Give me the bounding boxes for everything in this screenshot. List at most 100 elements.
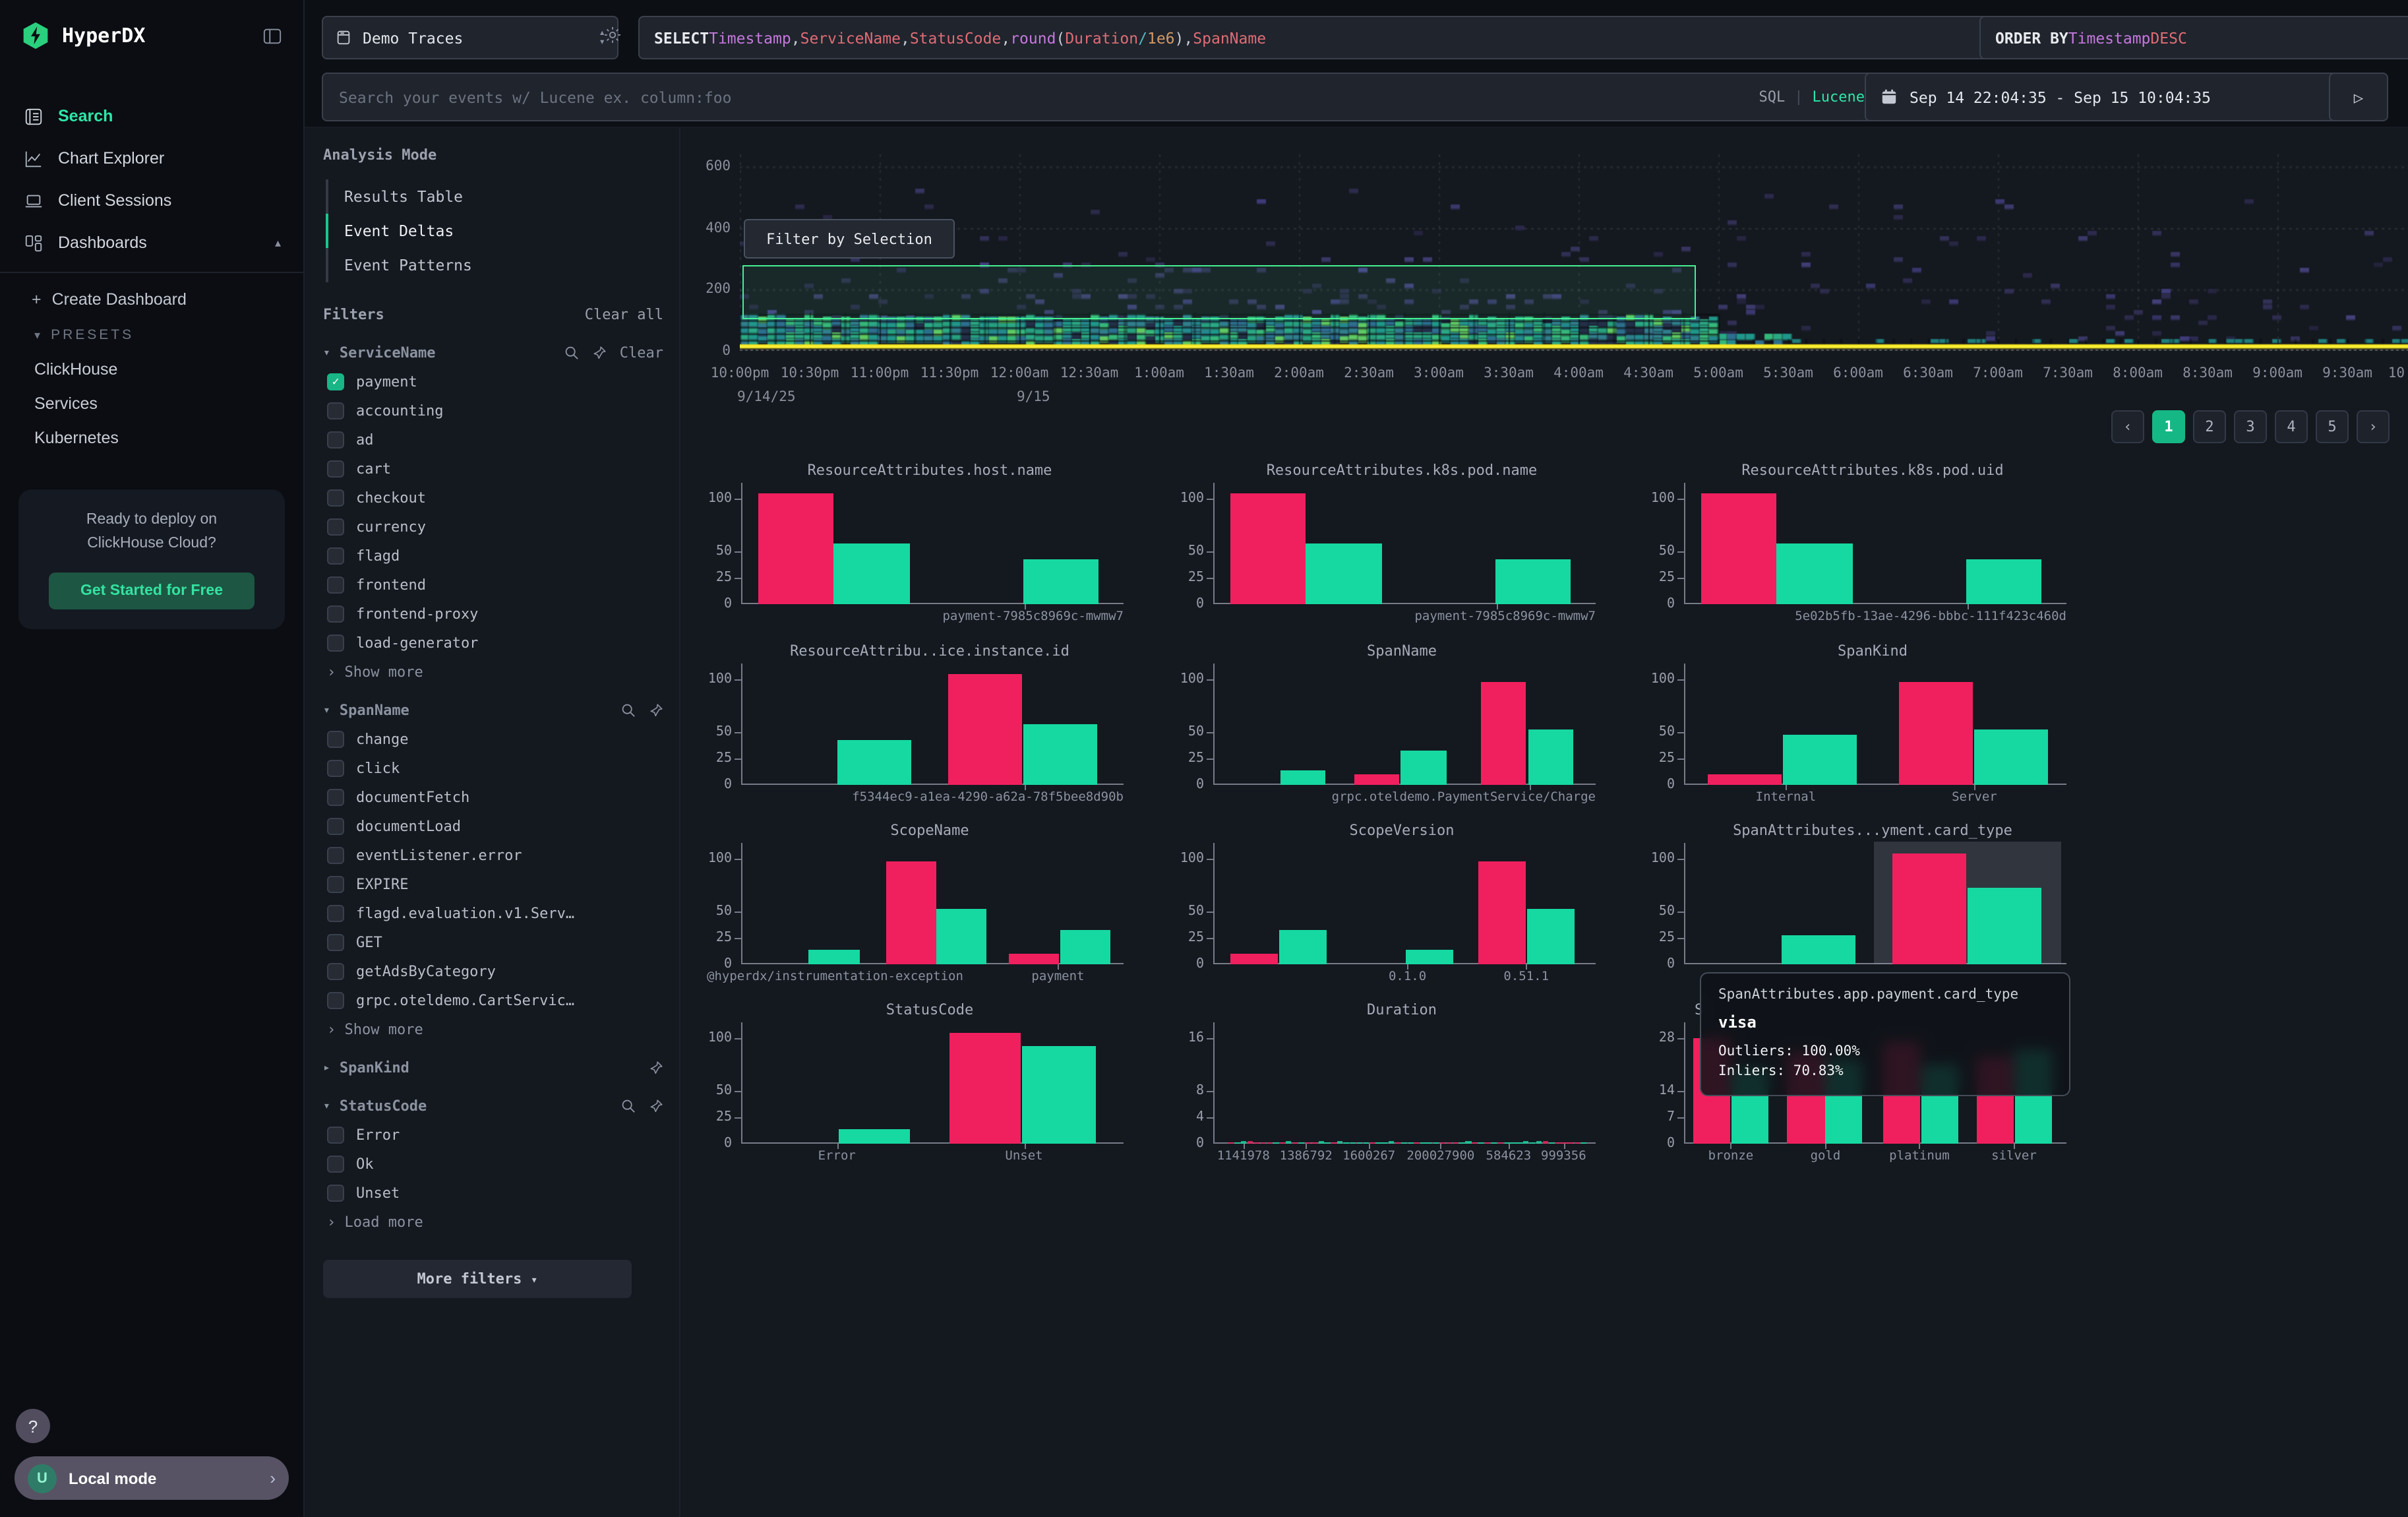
filter-checkbox-GET[interactable]: GET: [323, 934, 663, 951]
page-4-button[interactable]: 4: [2275, 410, 2308, 443]
outlier-bar[interactable]: [1899, 681, 1973, 785]
chart-plot[interactable]: 02550100: [1684, 848, 2061, 964]
outlier-bar[interactable]: [1892, 853, 1966, 964]
analysis-mode-event-patterns[interactable]: Event Patterns: [326, 248, 663, 282]
checkbox[interactable]: [327, 1127, 344, 1144]
search-icon[interactable]: [621, 703, 636, 718]
checkbox[interactable]: [327, 489, 344, 507]
checkbox[interactable]: [327, 605, 344, 623]
filter-checkbox-getAdsByCategory[interactable]: getAdsByCategory: [323, 963, 663, 980]
sidebar-item-search[interactable]: Search: [0, 95, 303, 137]
filter-group-header-ServiceName[interactable]: ▾ServiceNameClear: [323, 344, 663, 361]
checkbox[interactable]: [327, 934, 344, 951]
filter-group-header-StatusCode[interactable]: ▾StatusCode: [323, 1098, 663, 1115]
events-heatmap[interactable]: [740, 154, 2408, 351]
get-started-button[interactable]: Get Started for Free: [48, 572, 255, 609]
inlier-bar[interactable]: [834, 544, 909, 604]
outlier-bar[interactable]: [948, 674, 1022, 785]
load-more-button[interactable]: › Load more: [323, 1214, 663, 1231]
pin-icon[interactable]: [649, 1099, 663, 1113]
page-2-button[interactable]: 2: [2193, 410, 2226, 443]
inlier-bar[interactable]: [838, 1129, 910, 1144]
create-dashboard-button[interactable]: + Create Dashboard: [0, 281, 303, 318]
inlier-bar[interactable]: [1401, 751, 1447, 785]
checkbox[interactable]: [327, 547, 344, 565]
filter-checkbox-Unset[interactable]: Unset: [323, 1185, 663, 1202]
clear-all-button[interactable]: Clear all: [585, 306, 663, 323]
checkbox[interactable]: [327, 460, 344, 478]
inlier-bar[interactable]: [1783, 735, 1857, 785]
filter-checkbox-documentLoad[interactable]: documentLoad: [323, 818, 663, 835]
search-icon[interactable]: [564, 346, 579, 360]
clear-filter-button[interactable]: Clear: [620, 344, 663, 361]
checkbox[interactable]: [327, 876, 344, 893]
pin-icon[interactable]: [649, 703, 663, 718]
checkbox[interactable]: [327, 1185, 344, 1202]
filter-checkbox-flagd[interactable]: flagd: [323, 547, 663, 565]
outlier-bar[interactable]: [1231, 954, 1279, 964]
analysis-mode-results-table[interactable]: Results Table: [326, 179, 663, 214]
lucene-toggle[interactable]: Lucene: [1813, 88, 1865, 106]
inlier-bar[interactable]: [1023, 559, 1099, 604]
sidebar-item-chart-explorer[interactable]: Chart Explorer: [0, 137, 303, 179]
filter-checkbox-documentFetch[interactable]: documentFetch: [323, 789, 663, 806]
filter-checkbox-Error[interactable]: Error: [323, 1127, 663, 1144]
outlier-bar[interactable]: [1354, 774, 1399, 785]
inlier-bar[interactable]: [809, 950, 859, 964]
page-5-button[interactable]: 5: [2316, 410, 2349, 443]
source-select[interactable]: Demo Traces ▴▾: [322, 16, 618, 59]
filter-checkbox-flagd.evaluation.v1.Serv…[interactable]: flagd.evaluation.v1.Serv…: [323, 905, 663, 922]
filter-checkbox-click[interactable]: click: [323, 760, 663, 777]
sidebar-item-dashboards[interactable]: Dashboards ▴: [0, 222, 303, 264]
inlier-bar[interactable]: [1279, 931, 1327, 964]
search-input[interactable]: Search your events w/ Lucene ex. column:…: [322, 73, 1882, 121]
help-button[interactable]: ?: [16, 1409, 50, 1443]
filter-by-selection-button[interactable]: Filter by Selection: [744, 219, 955, 259]
inlier-bar[interactable]: [1495, 559, 1571, 604]
chart-plot[interactable]: 02550100: [741, 488, 1118, 604]
inlier-bar[interactable]: [1280, 770, 1326, 785]
checkbox[interactable]: [327, 847, 344, 864]
page-1-button[interactable]: 1: [2152, 410, 2185, 443]
filter-checkbox-eventListener.error[interactable]: eventListener.error: [323, 847, 663, 864]
show-more-button[interactable]: › Show more: [323, 1021, 663, 1038]
inlier-bar[interactable]: [1974, 730, 2048, 785]
checkbox[interactable]: [327, 789, 344, 806]
chart-plot[interactable]: 02550100: [741, 1028, 1118, 1144]
sql-toggle[interactable]: SQL: [1759, 88, 1786, 106]
outlier-bar[interactable]: [1481, 681, 1526, 785]
sidebar-collapse-icon[interactable]: [262, 26, 282, 46]
filter-checkbox-frontend[interactable]: frontend: [323, 576, 663, 594]
page-3-button[interactable]: 3: [2234, 410, 2267, 443]
inlier-bar[interactable]: [1306, 544, 1381, 604]
chart-plot[interactable]: 02550100: [1213, 488, 1590, 604]
run-query-button[interactable]: ▷: [2329, 73, 2388, 121]
checkbox[interactable]: [327, 635, 344, 652]
local-mode-button[interactable]: U Local mode ›: [15, 1456, 289, 1500]
inlier-bar[interactable]: [1023, 725, 1097, 785]
gear-icon[interactable]: [603, 25, 622, 45]
outlier-bar[interactable]: [949, 1033, 1021, 1144]
order-by-input[interactable]: ORDER BY Timestamp DESC: [1979, 16, 2408, 59]
checkbox[interactable]: [327, 992, 344, 1009]
checkbox[interactable]: [327, 1156, 344, 1173]
page-prev-button[interactable]: ‹: [2111, 410, 2144, 443]
checkbox[interactable]: [327, 818, 344, 835]
sidebar-item-client-sessions[interactable]: Client Sessions: [0, 179, 303, 222]
checkbox[interactable]: [327, 760, 344, 777]
outlier-bar[interactable]: [758, 493, 833, 604]
inlier-bar[interactable]: [1967, 888, 2041, 964]
filter-checkbox-change[interactable]: change: [323, 731, 663, 748]
inlier-bar[interactable]: [1022, 1047, 1097, 1144]
sql-select-input[interactable]: SELECT Timestamp, ServiceName, StatusCod…: [638, 16, 1995, 59]
chart-plot[interactable]: 04816: [1213, 1028, 1590, 1144]
inlier-bar[interactable]: [1777, 544, 1852, 604]
checkbox[interactable]: [327, 576, 344, 594]
chart-plot[interactable]: 02550100: [741, 848, 1118, 964]
checkbox[interactable]: [327, 963, 344, 980]
inlier-bar[interactable]: [936, 910, 986, 964]
filter-checkbox-load-generator[interactable]: load-generator: [323, 635, 663, 652]
checkbox[interactable]: [327, 905, 344, 922]
filter-checkbox-frontend-proxy[interactable]: frontend-proxy: [323, 605, 663, 623]
filter-checkbox-accounting[interactable]: accounting: [323, 402, 663, 419]
